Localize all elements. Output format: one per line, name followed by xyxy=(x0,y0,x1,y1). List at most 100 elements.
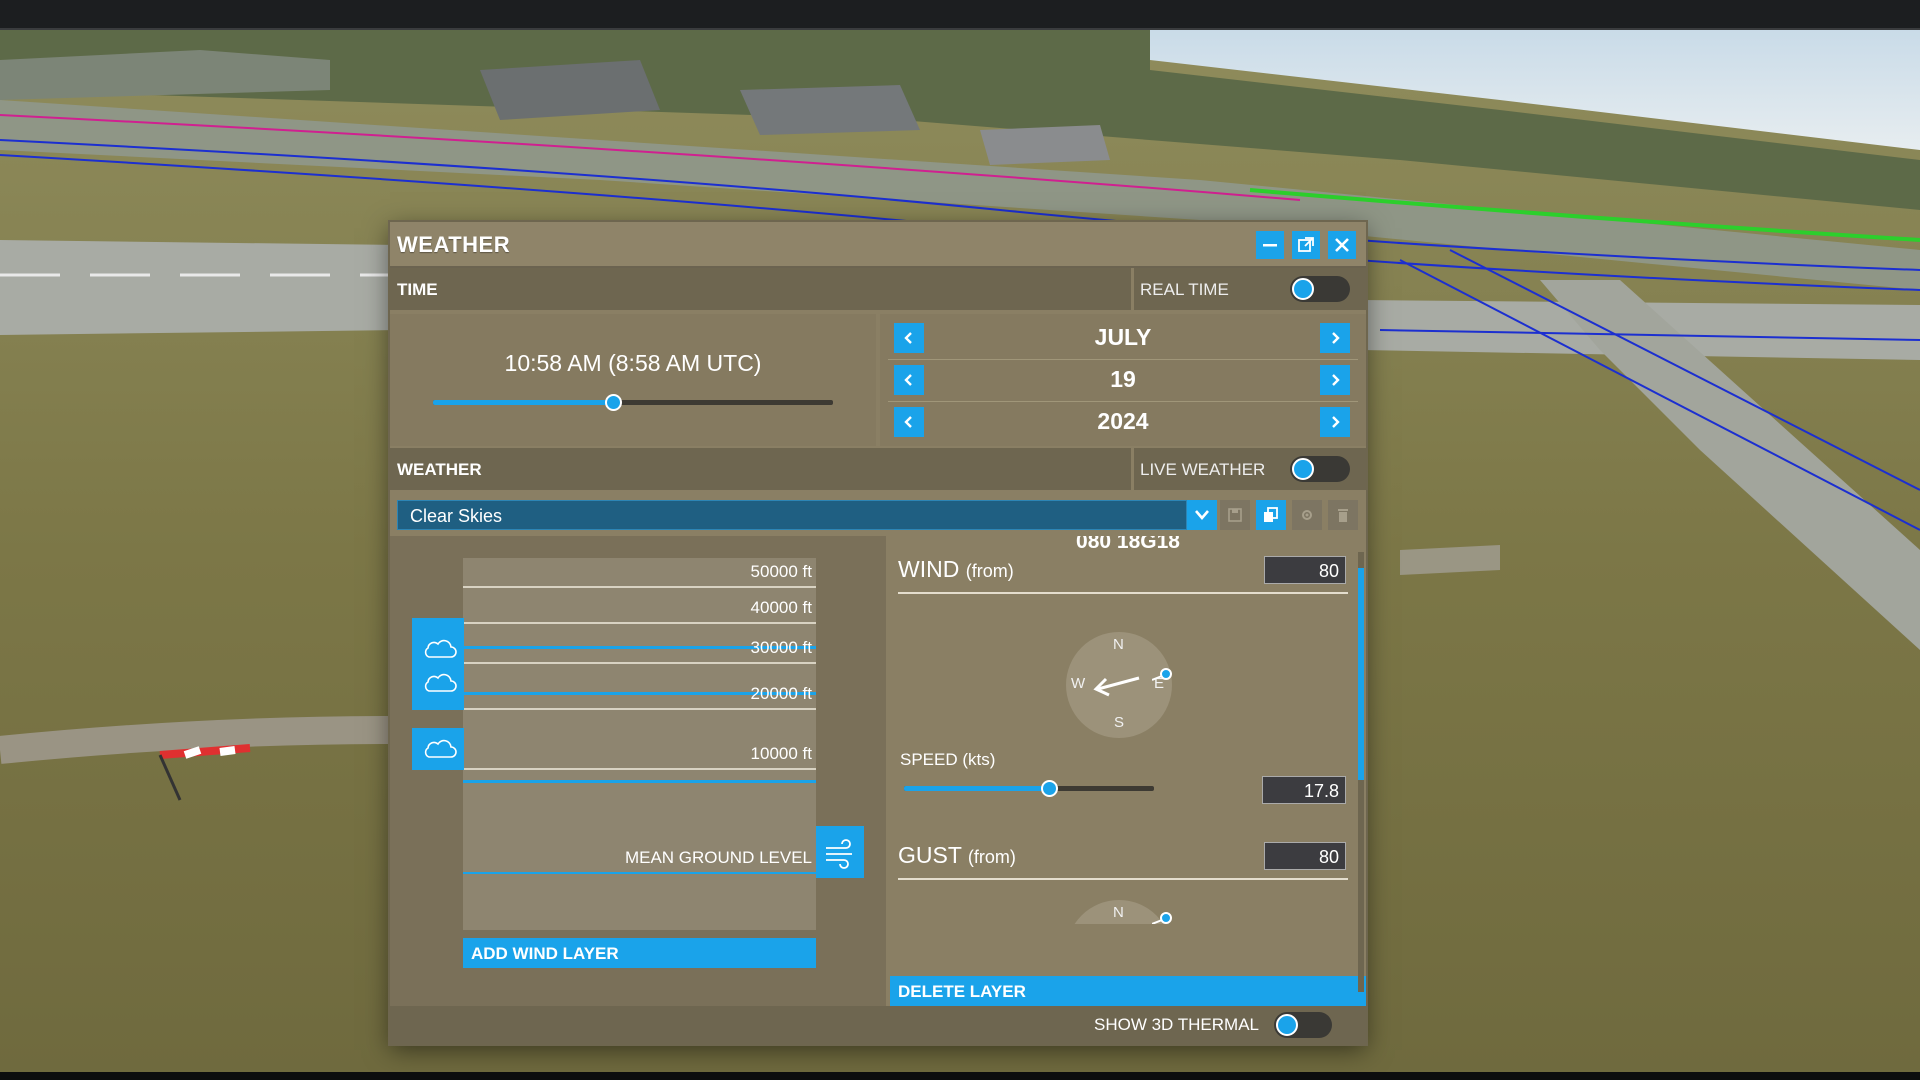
gust-compass-north: N xyxy=(1113,904,1124,921)
cloud-layer-handle[interactable] xyxy=(412,728,464,770)
live-weather-row: LIVE WEATHER xyxy=(1131,448,1366,490)
cloud-icon xyxy=(424,639,457,692)
show-3d-thermal-label: SHOW 3D THERMAL xyxy=(1094,1015,1259,1034)
popout-button[interactable] xyxy=(1292,231,1320,259)
real-time-toggle[interactable] xyxy=(1290,276,1350,302)
chevron-left-icon xyxy=(904,416,912,428)
weather-section-label: WEATHER xyxy=(397,460,482,479)
gust-divider xyxy=(898,878,1348,880)
altitude-label: 20000 ft xyxy=(750,684,812,703)
cloud-icon xyxy=(424,739,457,758)
gust-title-suffix: (from) xyxy=(967,847,1016,867)
date-panel: JULY 19 2024 xyxy=(880,314,1366,446)
delete-layer-label: DELETE LAYER xyxy=(898,982,1026,1001)
scrollbar-thumb[interactable] xyxy=(1358,568,1364,780)
live-weather-label: LIVE WEATHER xyxy=(1140,460,1266,479)
close-icon xyxy=(1335,238,1349,252)
time-slider-fill xyxy=(433,400,613,405)
copy-preset-button[interactable] xyxy=(1256,500,1286,530)
minimize-button[interactable] xyxy=(1256,231,1284,259)
altitude-line xyxy=(463,622,816,624)
time-slider-thumb[interactable] xyxy=(605,394,622,411)
real-time-row: REAL TIME xyxy=(1131,268,1366,310)
altitude-panel: 50000 ft 40000 ft 30000 ft 20000 ft 1000… xyxy=(390,536,886,1008)
time-section-label: TIME xyxy=(397,280,438,299)
wind-panel: 080 18G18 WIND (from) 80 N E S W SPEED (… xyxy=(890,536,1366,1008)
weather-preset-select[interactable]: Clear Skies xyxy=(397,500,1187,530)
save-icon xyxy=(1228,508,1242,522)
trash-icon xyxy=(1338,509,1348,522)
day-next-button[interactable] xyxy=(1320,365,1350,395)
gust-compass-clip: N xyxy=(890,886,1366,924)
time-value: 10:58 AM (8:58 AM UTC) xyxy=(504,350,762,376)
top-bar xyxy=(0,0,1920,30)
wind-direction-input[interactable]: 80 xyxy=(1264,556,1346,584)
live-weather-toggle[interactable] xyxy=(1290,456,1350,482)
settings-icon xyxy=(1302,510,1312,520)
close-button[interactable] xyxy=(1328,231,1356,259)
weather-section-header: WEATHER xyxy=(390,448,1131,490)
chevron-down-icon xyxy=(1195,510,1209,520)
day-value: 19 xyxy=(1110,366,1136,392)
ground-level-label: MEAN GROUND LEVEL xyxy=(624,848,812,867)
weather-window: WEATHER TIME REAL TIME 10:58 AM (8:58 AM… xyxy=(390,222,1366,1044)
cloud-layer-line[interactable] xyxy=(463,780,816,783)
wind-title: WIND (from) xyxy=(898,556,1014,583)
speed-label: SPEED (kts) xyxy=(900,750,996,769)
time-panel: 10:58 AM (8:58 AM UTC) xyxy=(390,314,876,446)
altitude-label: 30000 ft xyxy=(750,638,812,657)
wind-speed-input[interactable]: 17.8 xyxy=(1262,776,1346,804)
gust-direction-value: 80 xyxy=(1318,847,1339,867)
popout-icon xyxy=(1298,237,1314,252)
preset-dropdown-button[interactable] xyxy=(1187,500,1217,530)
chevron-right-icon xyxy=(1332,416,1340,428)
wind-partial-text: 080 18G18 xyxy=(1076,536,1180,548)
copy-icon xyxy=(1264,507,1278,522)
month-next-button[interactable] xyxy=(1320,323,1350,353)
month-value: JULY xyxy=(1094,324,1152,350)
gust-direction-input[interactable]: 80 xyxy=(1264,842,1346,870)
window-title: WEATHER xyxy=(397,232,511,257)
gust-title-text: GUST xyxy=(898,842,962,868)
altitude-label: 40000 ft xyxy=(750,598,812,617)
altitude-label: 10000 ft xyxy=(750,744,812,763)
gust-title: GUST (from) xyxy=(898,842,1016,869)
wind-layer-handle[interactable] xyxy=(816,826,864,878)
bottom-bar xyxy=(0,1072,1920,1080)
chevron-right-icon xyxy=(1332,374,1340,386)
wind-speed-value: 17.8 xyxy=(1303,781,1339,801)
window-footer: SHOW 3D THERMAL xyxy=(390,1006,1366,1044)
show-3d-thermal-toggle[interactable] xyxy=(1274,1012,1332,1038)
add-wind-layer-label: ADD WIND LAYER xyxy=(471,944,619,963)
cloud-layer-handle[interactable] xyxy=(412,618,464,710)
save-preset-button[interactable] xyxy=(1220,500,1250,530)
time-slider[interactable] xyxy=(433,394,833,411)
chevron-left-icon xyxy=(904,374,912,386)
delete-layer-button[interactable]: DELETE LAYER xyxy=(890,976,1366,1008)
preset-settings-button[interactable] xyxy=(1292,500,1322,530)
altitude-label: 50000 ft xyxy=(750,562,812,581)
ground-level-line xyxy=(463,872,816,874)
altitude-chart[interactable]: 50000 ft 40000 ft 30000 ft 20000 ft 1000… xyxy=(463,558,816,930)
wind-title-suffix: (from) xyxy=(965,561,1014,581)
delete-preset-button[interactable] xyxy=(1328,500,1358,530)
window-titlebar[interactable]: WEATHER xyxy=(390,222,1366,268)
add-wind-layer-button[interactable]: ADD WIND LAYER xyxy=(463,938,816,968)
real-time-label: REAL TIME xyxy=(1140,280,1229,299)
day-row: 19 xyxy=(880,360,1366,402)
year-next-button[interactable] xyxy=(1320,407,1350,437)
wind-panel-scrollbar[interactable] xyxy=(1358,552,1364,992)
wind-direction-handle[interactable] xyxy=(1152,666,1192,686)
altitude-line xyxy=(463,768,816,770)
chevron-right-icon xyxy=(1332,332,1340,344)
altitude-line xyxy=(463,586,816,588)
speed-slider-thumb[interactable] xyxy=(1041,780,1058,797)
gust-direction-handle[interactable] xyxy=(1152,910,1192,924)
chevron-left-icon xyxy=(904,332,912,344)
wind-icon xyxy=(826,839,852,869)
minimize-icon xyxy=(1263,244,1277,247)
month-row: JULY xyxy=(880,318,1366,360)
wind-speed-slider[interactable] xyxy=(904,780,1154,797)
time-section-header: TIME xyxy=(390,268,1131,310)
wind-title-text: WIND xyxy=(898,556,960,582)
